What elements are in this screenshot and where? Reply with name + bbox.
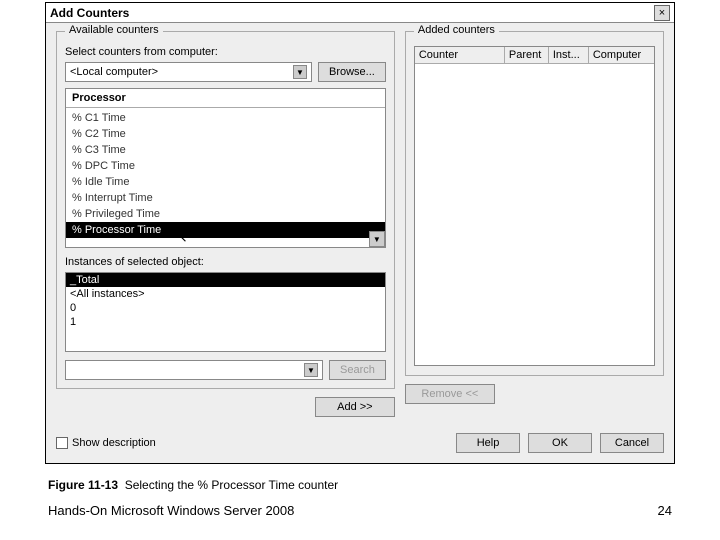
ok-button[interactable]: OK <box>528 433 592 453</box>
figure-text: Selecting the % Processor Time counter <box>125 478 338 492</box>
chevron-down-icon: ▼ <box>293 65 307 79</box>
col-counter[interactable]: Counter <box>415 47 505 63</box>
instance-item-selected[interactable]: _Total <box>66 273 385 287</box>
added-counters-table: Counter Parent Inst... Computer <box>414 46 655 366</box>
counter-item[interactable]: % Privileged Time <box>66 206 385 222</box>
counter-item-selected[interactable]: % Processor Time <box>66 222 385 238</box>
dialog-body: Available counters Select counters from … <box>46 23 674 427</box>
right-column: Added counters Counter Parent Inst... Co… <box>405 31 664 417</box>
show-description-row[interactable]: Show description <box>56 437 156 449</box>
counter-list[interactable]: Processor % C1 Time % C2 Time % C3 Time … <box>65 88 386 248</box>
chevron-down-icon: ▼ <box>304 363 318 377</box>
instances-label: Instances of selected object: <box>65 256 386 268</box>
page-footer: Hands-On Microsoft Windows Server 2008 2… <box>48 503 672 518</box>
computer-dropdown[interactable]: <Local computer> ▼ <box>65 62 312 82</box>
select-computer-label: Select counters from computer: <box>65 46 386 58</box>
counter-items: % C1 Time % C2 Time % C3 Time % DPC Time… <box>66 108 385 240</box>
counter-item[interactable]: % Interrupt Time <box>66 190 385 206</box>
instance-item[interactable]: <All instances> <box>66 287 385 301</box>
counter-item[interactable]: % C2 Time <box>66 126 385 142</box>
col-parent[interactable]: Parent <box>505 47 549 63</box>
search-button[interactable]: Search <box>329 360 386 380</box>
added-legend: Added counters <box>414 24 499 36</box>
search-input[interactable]: ▼ <box>65 360 323 380</box>
show-description-label: Show description <box>72 437 156 449</box>
added-counters-group: Added counters Counter Parent Inst... Co… <box>405 31 664 376</box>
dialog-title: Add Counters <box>50 6 129 20</box>
counter-item[interactable]: % DPC Time <box>66 158 385 174</box>
add-counters-dialog: Add Counters × Available counters Select… <box>45 2 675 464</box>
help-button[interactable]: Help <box>456 433 520 453</box>
cancel-button[interactable]: Cancel <box>600 433 664 453</box>
page-number: 24 <box>658 503 672 518</box>
figure-caption: Figure 11-13 Selecting the % Processor T… <box>48 478 338 492</box>
counter-group-header: Processor <box>66 89 385 108</box>
col-inst[interactable]: Inst... <box>549 47 589 63</box>
available-legend: Available counters <box>65 24 163 36</box>
table-header: Counter Parent Inst... Computer <box>415 47 654 64</box>
book-title: Hands-On Microsoft Windows Server 2008 <box>48 503 294 518</box>
left-column: Available counters Select counters from … <box>56 31 395 417</box>
browse-button[interactable]: Browse... <box>318 62 386 82</box>
figure-number: Figure 11-13 <box>48 478 118 492</box>
col-computer[interactable]: Computer <box>589 47 654 63</box>
close-button[interactable]: × <box>654 5 670 21</box>
scroll-down-icon[interactable]: ▼ <box>369 231 385 247</box>
instances-list[interactable]: _Total <All instances> 0 1 <box>65 272 386 352</box>
instance-item[interactable]: 0 <box>66 301 385 315</box>
show-description-checkbox[interactable] <box>56 437 68 449</box>
counter-item[interactable]: % Idle Time <box>66 174 385 190</box>
remove-button[interactable]: Remove << <box>405 384 495 404</box>
computer-value: <Local computer> <box>70 66 158 78</box>
close-icon: × <box>659 7 665 19</box>
counter-item[interactable]: % C1 Time <box>66 110 385 126</box>
instance-item[interactable]: 1 <box>66 315 385 329</box>
dialog-footer: Show description Help OK Cancel <box>46 427 674 463</box>
available-counters-group: Available counters Select counters from … <box>56 31 395 389</box>
titlebar: Add Counters × <box>46 3 674 23</box>
add-button[interactable]: Add >> <box>315 397 395 417</box>
counter-item[interactable]: % C3 Time <box>66 142 385 158</box>
